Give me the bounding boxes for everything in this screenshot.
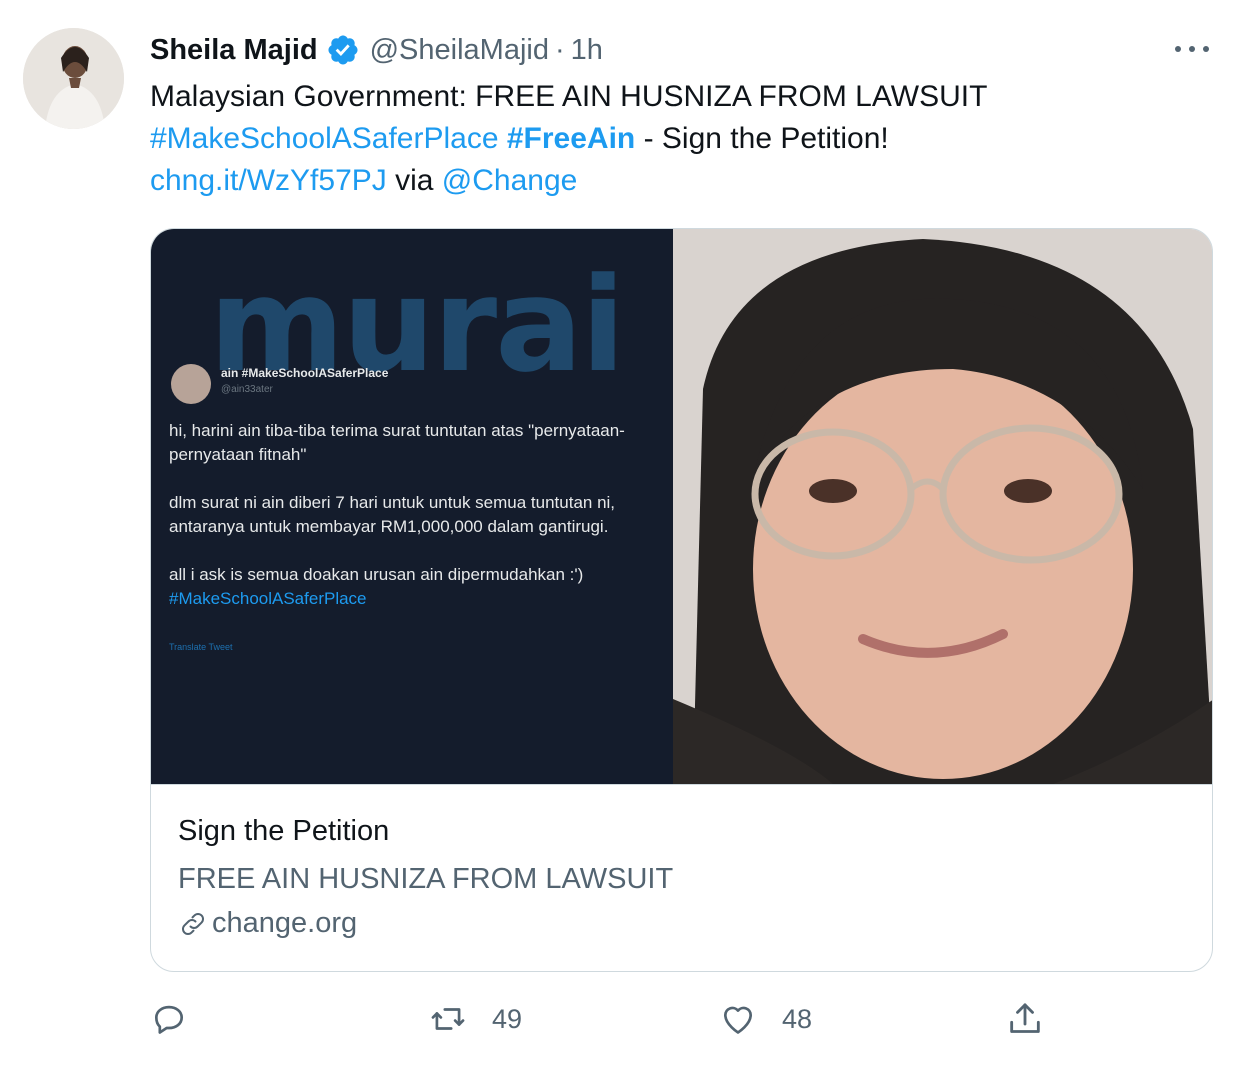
heart-icon: [723, 1006, 753, 1034]
embedded-para: dlm surat ni ain diberi 7 hari untuk unt…: [169, 493, 616, 536]
embedded-avatar: [171, 364, 211, 404]
embedded-hashtag: #MakeSchoolASaferPlace: [169, 589, 367, 608]
verified-badge-icon: [326, 33, 360, 67]
author-handle[interactable]: @SheilaMajid: [370, 34, 549, 67]
tweet-header: Sheila Majid @SheilaMajid · 1h: [150, 28, 603, 72]
like-button[interactable]: 48: [718, 996, 812, 1042]
retweet-count: 49: [492, 1003, 523, 1034]
embedded-author-handle: @ain33ater: [221, 384, 273, 395]
share-icon: [1010, 1003, 1040, 1033]
like-count: 48: [782, 1003, 813, 1034]
card-domain: change.org: [178, 907, 357, 940]
embedded-tweet-screenshot: murai ain #MakeSchoolASaferPlace @ain33a…: [151, 229, 673, 784]
tweet[interactable]: Sheila Majid @SheilaMajid · 1h Malaysian…: [0, 0, 1237, 1080]
portrait-photo: [673, 229, 1212, 784]
reply-icon: [154, 1005, 184, 1034]
card-title: Sign the Petition: [178, 815, 390, 847]
tweet-text-line1: Malaysian Government: FREE AIN HUSNIZA F…: [150, 80, 988, 113]
action-bar: 49 48: [150, 996, 1070, 1042]
mention-link[interactable]: @Change: [442, 164, 578, 197]
card-info[interactable]: Sign the Petition FREE AIN HUSNIZA FROM …: [151, 784, 1212, 971]
embedded-para: all i ask is semua doakan urusan ain dip…: [169, 565, 584, 584]
link-icon: [182, 912, 204, 935]
timestamp[interactable]: 1h: [571, 34, 603, 67]
share-button[interactable]: [1005, 996, 1045, 1042]
embedded-author-name: ain #MakeSchoolASaferPlace: [221, 366, 389, 380]
retweet-icon: [431, 1008, 465, 1030]
reply-button[interactable]: [150, 996, 212, 1042]
card-description: FREE AIN HUSNIZA FROM LAWSUIT: [178, 863, 674, 895]
embedded-translate: Translate Tweet: [169, 642, 233, 652]
card-image[interactable]: murai ain #MakeSchoolASaferPlace @ain33a…: [151, 229, 1212, 784]
author-name[interactable]: Sheila Majid: [150, 34, 318, 67]
url-link[interactable]: chng.it/WzYf57PJ: [150, 164, 387, 197]
card-domain-text: change.org: [212, 907, 358, 939]
retweet-button[interactable]: 49: [428, 996, 522, 1042]
tweet-text-line2: #MakeSchoolASaferPlace #FreeAin - Sign t…: [150, 118, 1210, 160]
via-text: via: [386, 164, 442, 197]
tweet-text: Malaysian Government: FREE AIN HUSNIZA F…: [150, 76, 1210, 202]
tweet-text-suffix: - Sign the Petition!: [635, 122, 889, 155]
hashtag-link[interactable]: #FreeAin: [507, 122, 635, 155]
embedded-tweet-text: hi, harini ain tiba-tiba terima surat tu…: [169, 419, 659, 611]
separator: ·: [554, 33, 565, 66]
tweet-text-line3: chng.it/WzYf57PJ via @Change: [150, 160, 1210, 202]
link-card[interactable]: murai ain #MakeSchoolASaferPlace @ain33a…: [150, 228, 1213, 972]
more-icon[interactable]: [1175, 36, 1209, 62]
hashtag-link[interactable]: #MakeSchoolASaferPlace: [150, 122, 499, 155]
avatar[interactable]: [23, 28, 124, 129]
embedded-para: hi, harini ain tiba-tiba terima surat tu…: [169, 421, 625, 464]
